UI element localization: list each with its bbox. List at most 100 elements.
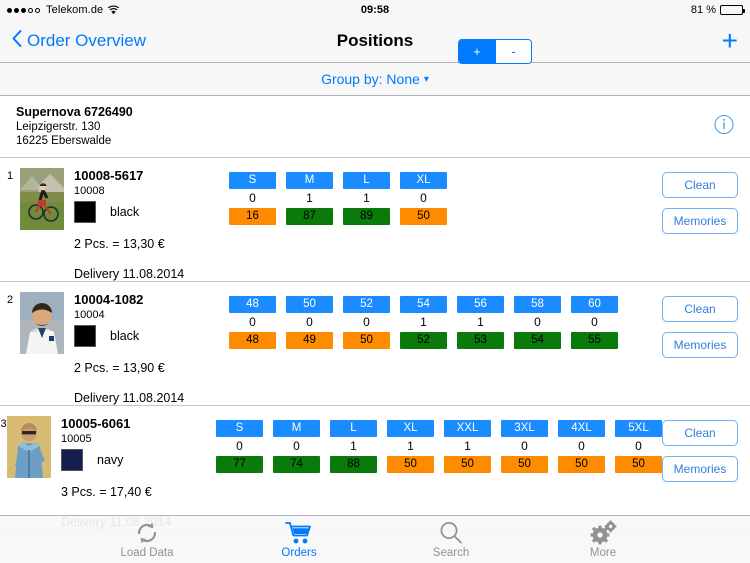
gears-icon <box>558 520 648 546</box>
navigation-bar: Order Overview Positions + - + <box>0 20 750 64</box>
customer-city: 16225 Eberswalde <box>16 135 112 147</box>
segment-minus[interactable]: - <box>495 40 531 63</box>
tab-more[interactable]: More <box>558 520 648 559</box>
tab-load-data[interactable]: Load Data <box>102 520 192 559</box>
status-bar: Telekom.de 09:58 81 % <box>0 0 750 20</box>
size-quantity[interactable]: 1 <box>387 437 434 456</box>
row-index: 1 <box>6 170 14 182</box>
size-label: M <box>286 172 333 189</box>
carrier-label: Telekom.de <box>46 4 104 16</box>
delivery-date: Delivery 11.08.2014 <box>74 267 185 281</box>
size-column[interactable]: 54 1 52 <box>400 296 447 405</box>
price-total: 2 Pcs. = 13,30 € <box>74 237 165 251</box>
size-column[interactable]: 56 1 53 <box>457 296 504 405</box>
size-column[interactable]: L 1 88 <box>330 420 377 529</box>
size-label: 56 <box>457 296 504 313</box>
memories-button[interactable]: Memories <box>662 456 738 482</box>
size-quantity[interactable]: 1 <box>286 189 333 208</box>
customer-name: Supernova 6726490 <box>16 105 133 119</box>
row-actions: Clean Memories <box>662 416 738 529</box>
size-quantity[interactable]: 1 <box>400 313 447 332</box>
plus-minus-segmented-control[interactable]: + - <box>458 39 532 64</box>
size-quantity[interactable]: 0 <box>273 437 320 456</box>
size-column[interactable]: M 1 87 <box>286 172 333 281</box>
size-label: XL <box>387 420 434 437</box>
status-bar-left: Telekom.de <box>7 4 120 16</box>
size-column[interactable]: XL 1 50 <box>387 420 434 529</box>
customer-header: Supernova 6726490 Leipzigerstr. 130 1622… <box>0 96 750 158</box>
size-quantity[interactable]: 1 <box>343 189 390 208</box>
segment-plus[interactable]: + <box>459 40 495 63</box>
size-column[interactable]: 52 0 50 <box>343 296 390 405</box>
size-label: M <box>273 420 320 437</box>
info-circle-icon[interactable] <box>714 114 734 139</box>
add-position-button[interactable]: + <box>722 27 738 55</box>
size-grid: S 0 16 M 1 87 L 1 89 XL 0 50 <box>229 168 662 281</box>
clean-button[interactable]: Clean <box>662 296 738 322</box>
size-stock: 50 <box>558 456 605 473</box>
clean-button[interactable]: Clean <box>662 420 738 446</box>
size-quantity[interactable]: 0 <box>501 437 548 456</box>
table-row[interactable]: 1 10008-5617 10008 black 2 Pcs. = 13,30 … <box>0 158 750 282</box>
size-column[interactable]: M 0 74 <box>273 420 320 529</box>
delivery-date: Delivery 11.08.2014 <box>74 391 185 405</box>
size-label: 50 <box>286 296 333 313</box>
size-column[interactable]: 4XL 0 50 <box>558 420 605 529</box>
chevron-left-icon <box>12 30 22 52</box>
battery-percent-label: 81 % <box>690 4 716 16</box>
color-name: black <box>110 329 140 343</box>
size-quantity[interactable]: 0 <box>514 313 561 332</box>
tab-label: Orders <box>281 547 317 559</box>
product-thumbnail[interactable] <box>7 416 51 478</box>
size-quantity[interactable]: 0 <box>615 437 662 456</box>
back-button[interactable]: Order Overview <box>12 30 146 52</box>
row-index: 3 <box>0 418 7 430</box>
refresh-icon <box>102 520 192 546</box>
size-quantity[interactable]: 1 <box>457 313 504 332</box>
size-quantity[interactable]: 1 <box>330 437 377 456</box>
size-column[interactable]: L 1 89 <box>343 172 390 281</box>
size-stock: 50 <box>387 456 434 473</box>
size-quantity[interactable]: 0 <box>216 437 263 456</box>
size-column[interactable]: XXL 1 50 <box>444 420 491 529</box>
table-row[interactable]: 2 10004-1082 10004 black 2 Pcs. = 13,90 … <box>0 282 750 406</box>
clean-button[interactable]: Clean <box>662 172 738 198</box>
article-number: 10005 <box>61 433 92 445</box>
size-quantity[interactable]: 1 <box>444 437 491 456</box>
size-column[interactable]: 3XL 0 50 <box>501 420 548 529</box>
size-column[interactable]: S 0 16 <box>229 172 276 281</box>
table-row[interactable]: 3 10005-6061 10005 navy 3 Pcs. = 17,40 €… <box>0 406 750 530</box>
memories-button[interactable]: Memories <box>662 208 738 234</box>
size-quantity[interactable]: 0 <box>229 189 276 208</box>
size-quantity[interactable]: 0 <box>558 437 605 456</box>
memories-button[interactable]: Memories <box>662 332 738 358</box>
tab-label: More <box>589 547 617 559</box>
tab-search[interactable]: Search <box>406 520 496 559</box>
shopping-cart-icon <box>254 520 344 546</box>
size-quantity[interactable]: 0 <box>229 313 276 332</box>
size-column[interactable]: 5XL 0 50 <box>615 420 662 529</box>
size-quantity[interactable]: 0 <box>343 313 390 332</box>
size-stock: 52 <box>400 332 447 349</box>
color-swatch <box>74 325 96 347</box>
size-quantity[interactable]: 0 <box>400 189 447 208</box>
size-column[interactable]: S 0 77 <box>216 420 263 529</box>
size-column[interactable]: 60 0 55 <box>571 296 618 405</box>
size-quantity[interactable]: 0 <box>571 313 618 332</box>
size-column[interactable]: 58 0 54 <box>514 296 561 405</box>
article-title: 10004-1082 <box>74 292 144 307</box>
product-thumbnail[interactable] <box>20 292 64 354</box>
size-column[interactable]: 50 0 49 <box>286 296 333 405</box>
article-number: 10008 <box>74 185 105 197</box>
size-quantity[interactable]: 0 <box>286 313 333 332</box>
color-name: black <box>110 205 140 219</box>
product-thumbnail[interactable] <box>20 168 64 230</box>
size-column[interactable]: XL 0 50 <box>400 172 447 281</box>
tab-orders[interactable]: Orders <box>254 520 344 559</box>
size-label: L <box>330 420 377 437</box>
status-bar-right: 81 % <box>690 4 745 16</box>
group-by-bar[interactable]: Group by: None ▾ <box>0 63 750 96</box>
positions-list: 1 10008-5617 10008 black 2 Pcs. = 13,30 … <box>0 158 750 530</box>
size-label: XL <box>400 172 447 189</box>
size-column[interactable]: 48 0 48 <box>229 296 276 405</box>
